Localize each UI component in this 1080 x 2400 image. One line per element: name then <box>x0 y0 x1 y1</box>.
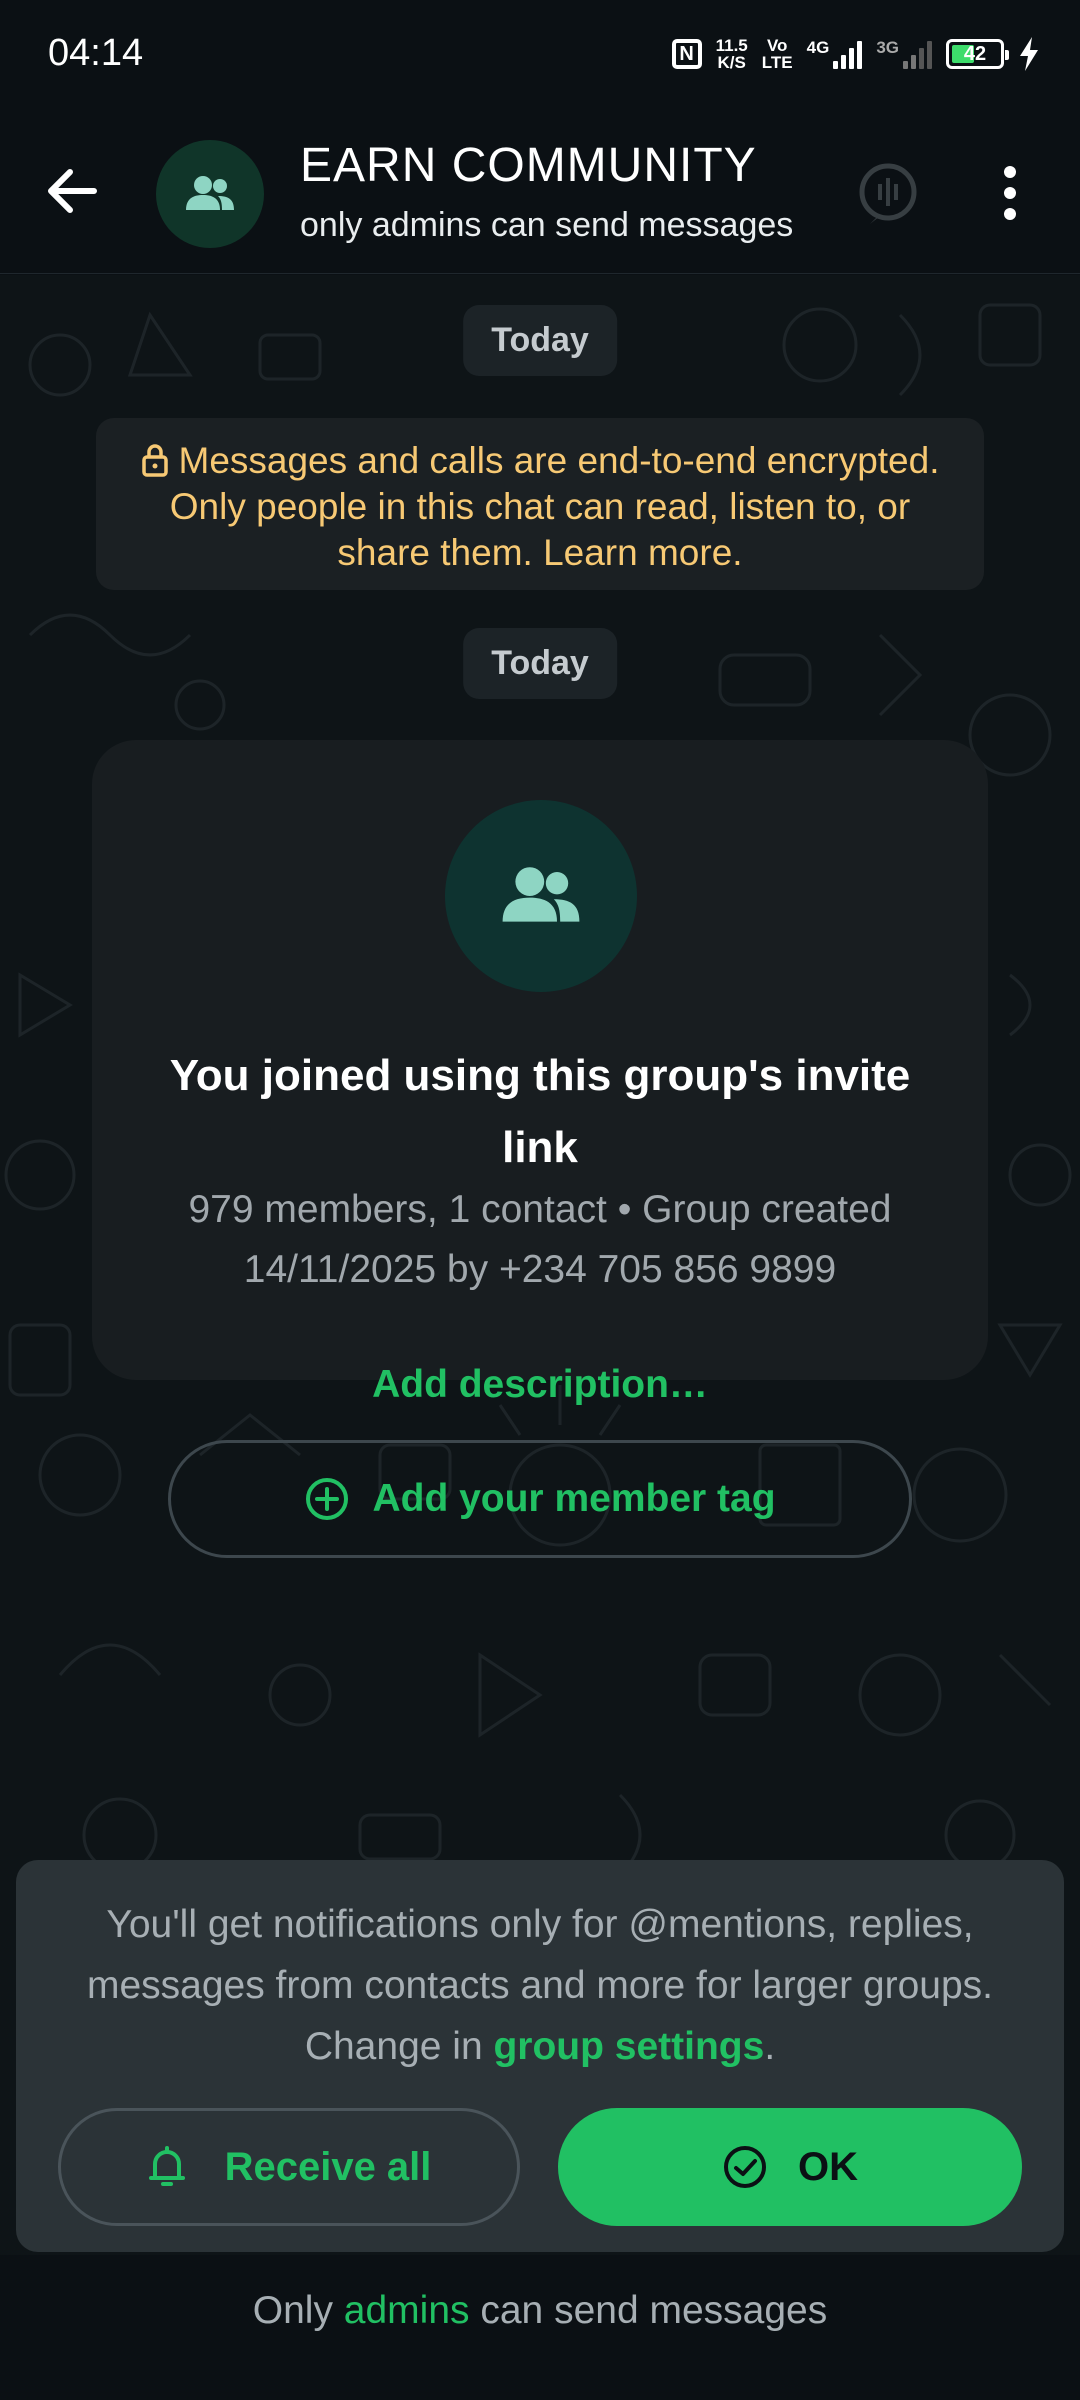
sim2-signal: 3G <box>876 39 932 69</box>
footer-text-end: can send messages <box>469 2289 828 2332</box>
call-icon[interactable] <box>856 162 920 226</box>
chat-title[interactable]: EARN COMMUNITY <box>300 138 757 193</box>
status-icons: N 11.5 K/S Vo LTE 4G 3G 42 <box>671 30 1040 78</box>
receive-all-button[interactable]: Receive all <box>58 2108 520 2226</box>
battery-icon: 42 <box>946 39 1009 69</box>
battery-level: 42 <box>963 42 987 65</box>
net-speed: 11.5 K/S <box>716 37 748 71</box>
notification-settings-sheet: You'll get notifications only for @menti… <box>16 1860 1064 2252</box>
footer-text-start: Only <box>252 2289 344 2332</box>
receive-all-label: Receive all <box>224 2144 432 2189</box>
signal-icon <box>833 39 863 69</box>
notification-info-text-end: . <box>764 2025 776 2068</box>
admins-link[interactable]: admins <box>344 2289 470 2332</box>
group-avatar[interactable] <box>156 140 264 248</box>
charging-icon <box>1020 37 1038 71</box>
group-avatar-large[interactable] <box>445 800 637 992</box>
encryption-notice-text: Messages and calls are end-to-end encryp… <box>169 440 940 573</box>
back-arrow-icon[interactable] <box>38 156 108 226</box>
date-chip: Today <box>463 305 617 376</box>
lock-icon <box>141 444 168 477</box>
more-vert-icon[interactable] <box>990 158 1030 228</box>
group-join-card: You joined using this group's invite lin… <box>92 740 988 1558</box>
volte-indicator: Vo LTE <box>762 37 793 71</box>
bell-icon <box>148 2146 185 2186</box>
group-meta: 979 members, 1 contact • Group created 1… <box>188 1188 892 1291</box>
add-member-tag-button[interactable]: Add your member tag <box>168 1440 912 1558</box>
nfc-icon: N <box>671 39 702 69</box>
admins-only-footer: Only admins can send messages <box>0 2255 1080 2400</box>
encryption-notice[interactable]: Messages and calls are end-to-end encryp… <box>96 418 984 590</box>
net-speed-unit: K/S <box>717 53 746 72</box>
add-member-tag-label: Add your member tag <box>372 1477 776 1520</box>
chat-header: EARN COMMUNITY only admins can send mess… <box>0 108 1080 274</box>
group-settings-link[interactable]: group settings <box>493 2025 764 2068</box>
volte-top: Vo <box>766 36 788 55</box>
net-speed-value: 11.5 <box>715 36 748 55</box>
add-circle-icon <box>306 1478 349 1520</box>
sim2-type: 3G <box>876 38 899 57</box>
date-chip: Today <box>463 628 617 699</box>
join-title: You joined using this group's invite lin… <box>169 1051 911 1172</box>
ok-button[interactable]: OK <box>558 2108 1022 2226</box>
sim1-type: 4G <box>806 38 830 57</box>
status-bar: 04:14 N 11.5 K/S Vo LTE 4G 3G 42 <box>0 0 1080 108</box>
signal-icon <box>903 39 932 69</box>
check-circle-icon <box>724 2146 766 2188</box>
add-description-link[interactable]: Add description… <box>132 1363 948 1407</box>
group-icon <box>186 176 234 210</box>
group-icon <box>502 867 580 922</box>
ok-label: OK <box>798 2144 858 2189</box>
notification-info-text: You'll get notifications only for @menti… <box>56 1894 1024 2077</box>
sim1-signal: 4G <box>807 39 863 69</box>
chat-subtitle[interactable]: only admins can send messages <box>300 206 820 245</box>
volte-bottom: LTE <box>761 53 793 72</box>
status-time: 04:14 <box>48 32 144 74</box>
